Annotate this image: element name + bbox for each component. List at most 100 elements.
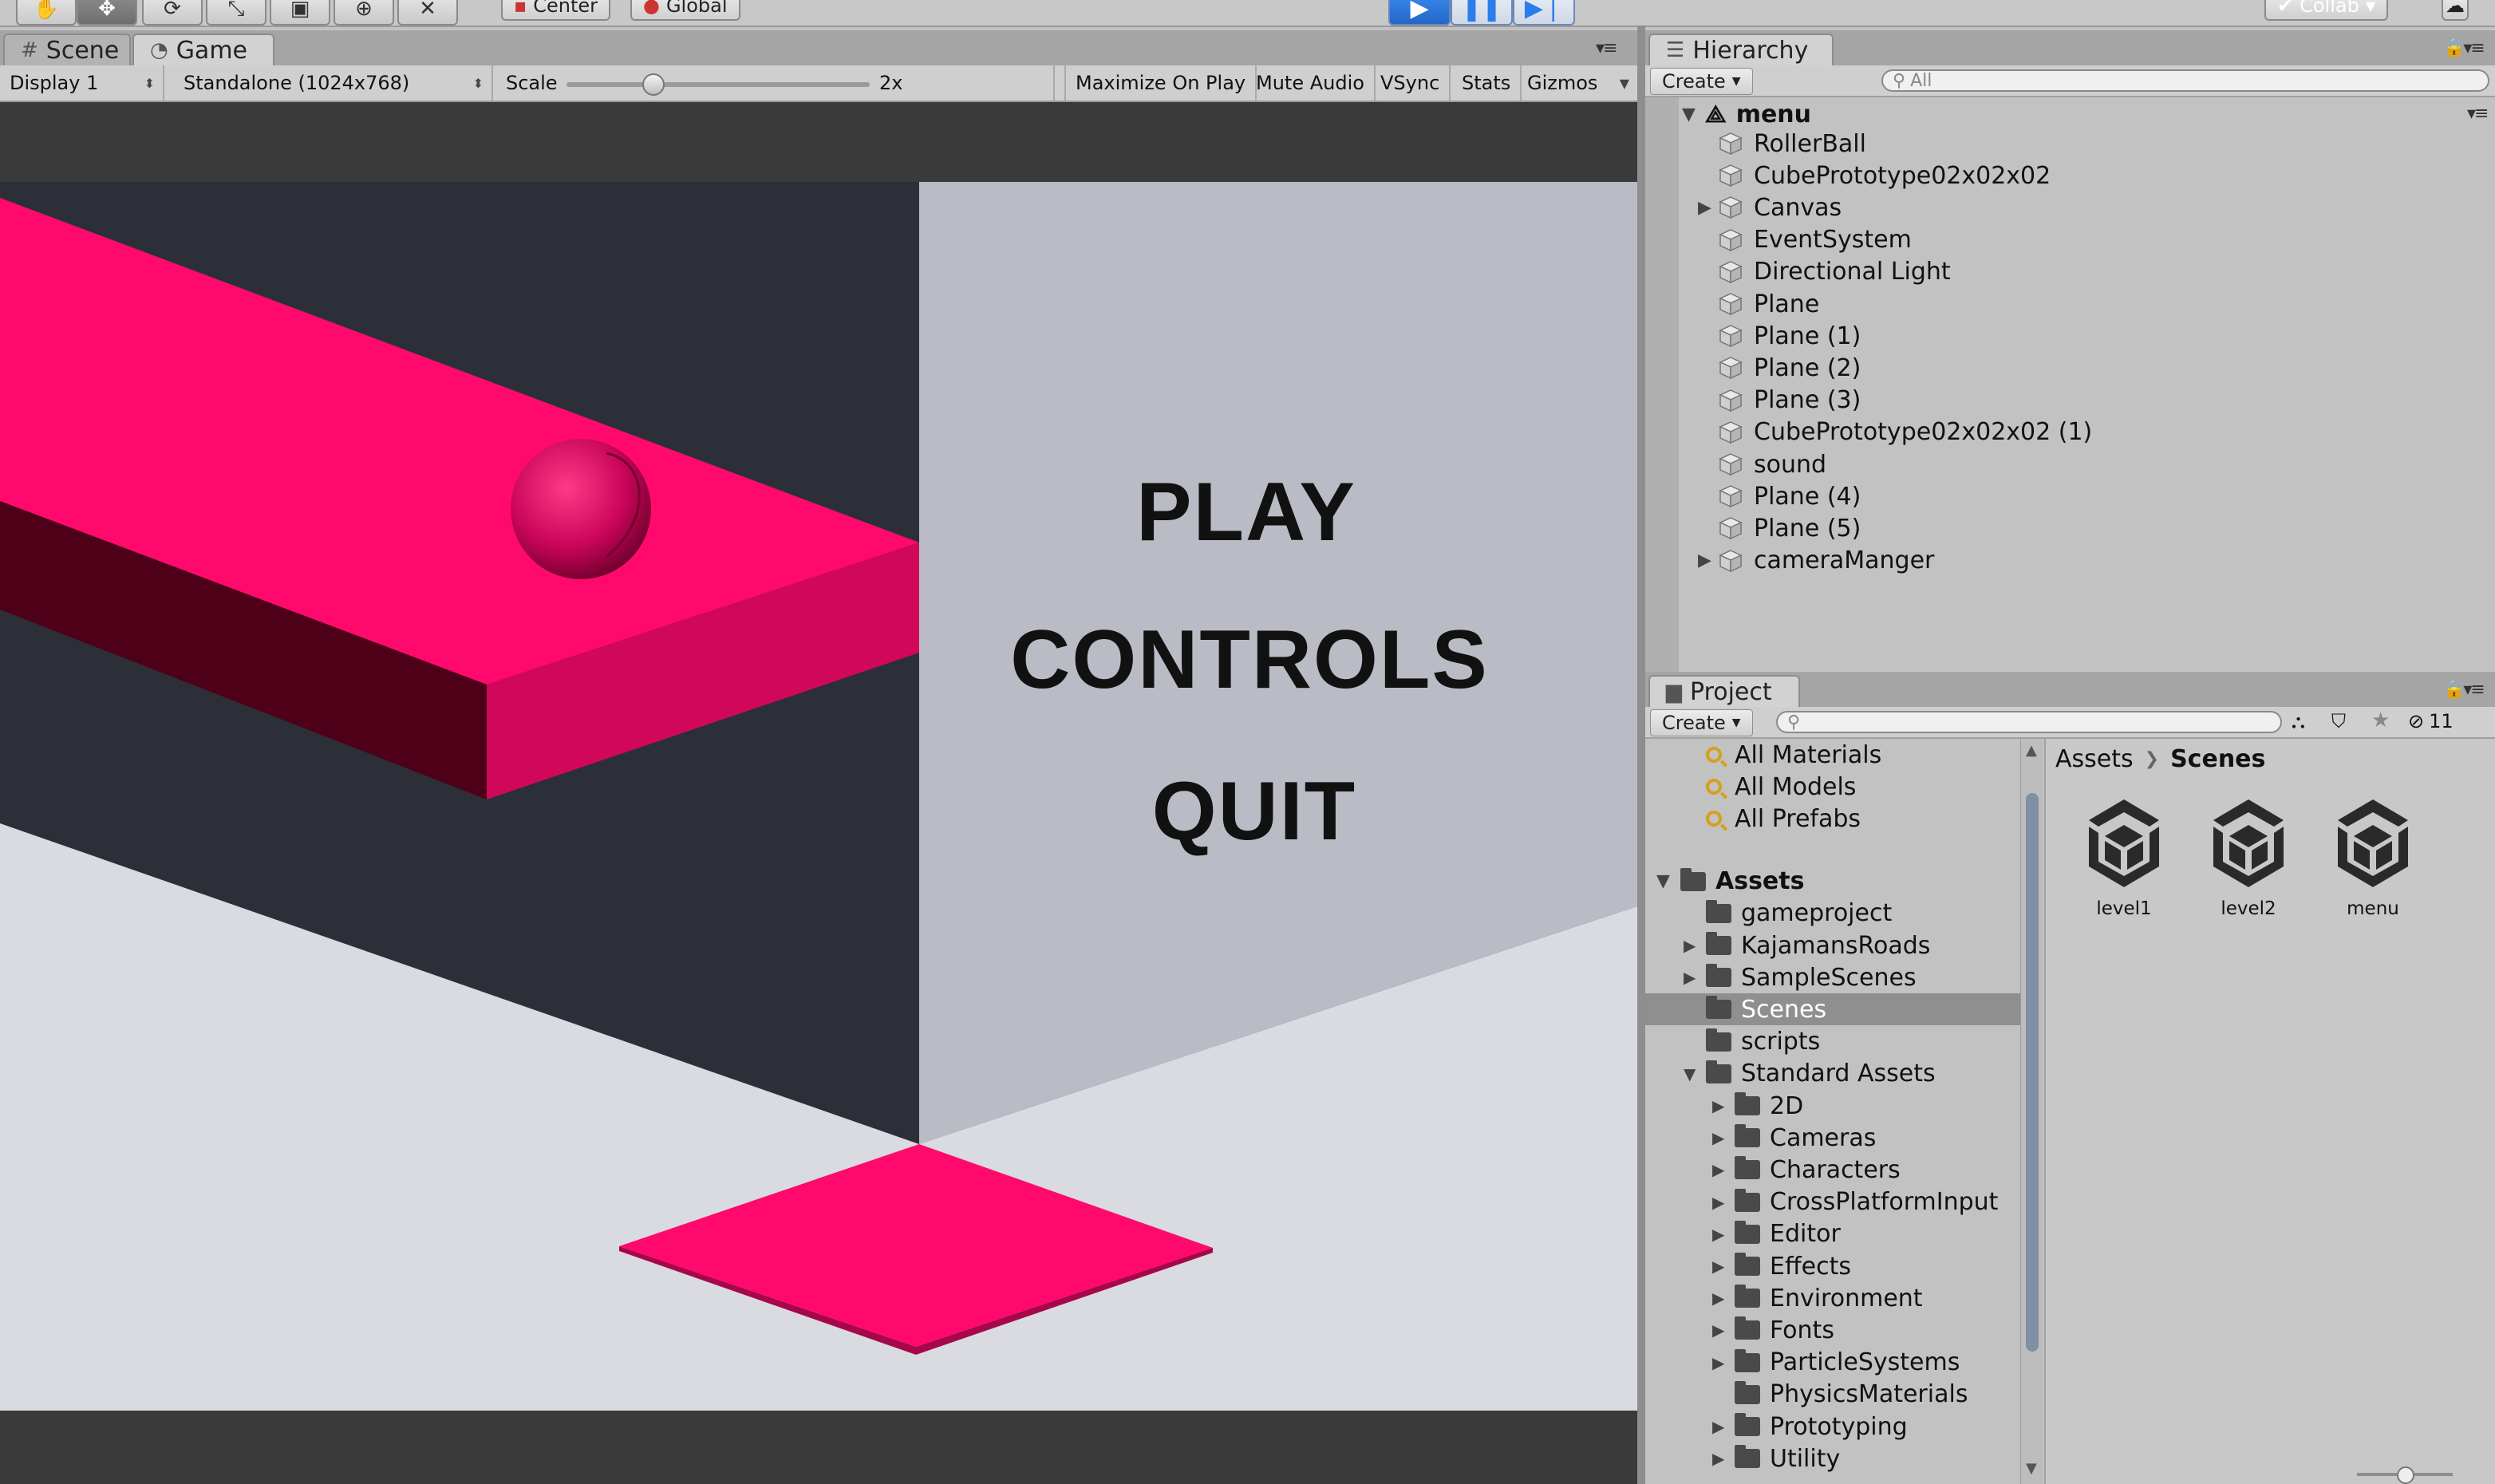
project-folder-item[interactable]: ▶ ParticleSystems — [1645, 1347, 2020, 1379]
project-folder-item[interactable]: ▶ Cameras — [1645, 1122, 2020, 1154]
project-tree-scrollbar[interactable]: ▲ ▼ — [2020, 739, 2043, 1484]
pivot-toggle[interactable]: ▪ Center — [501, 0, 611, 21]
collapsed-arrow-icon[interactable]: ▶ — [1712, 1225, 1735, 1244]
hierarchy-item[interactable]: Plane (2) — [1677, 352, 2475, 384]
hierarchy-item[interactable]: Plane (1) — [1677, 320, 2475, 352]
favorite-item[interactable]: All Materials — [1645, 739, 2020, 771]
panel-splitter[interactable] — [1637, 26, 1645, 1484]
collapsed-arrow-icon[interactable]: ▶ — [1712, 1160, 1735, 1179]
step-button[interactable]: ▶❘ — [1513, 0, 1575, 26]
project-folder-item[interactable]: ▶ Effects — [1645, 1250, 2020, 1282]
collapsed-arrow-icon[interactable]: ▶ — [1712, 1096, 1735, 1115]
rect-tool-icon[interactable]: ▣ — [270, 0, 330, 26]
star-icon[interactable]: ★ — [2371, 708, 2390, 732]
collapsed-arrow-icon[interactable]: ▶ — [1698, 198, 1711, 218]
collapsed-arrow-icon[interactable]: ▶ — [1712, 1417, 1735, 1436]
project-folder-item[interactable]: ▶ Characters — [1645, 1154, 2020, 1186]
hierarchy-item[interactable]: EventSystem — [1677, 224, 2475, 256]
project-folder-item[interactable]: ▶ Environment — [1645, 1282, 2020, 1314]
scroll-down-icon[interactable]: ▼ — [2026, 1460, 2037, 1477]
scene-asset[interactable]: level1 — [2068, 795, 2180, 919]
lock-icon[interactable]: 🔒▾≡ — [2443, 38, 2485, 58]
controls-menu-button[interactable]: CONTROLS — [1010, 613, 1489, 708]
collab-button[interactable]: ✔ Collab ▼ — [2264, 0, 2389, 21]
collapsed-arrow-icon[interactable]: ▶ — [1712, 1257, 1735, 1276]
project-folder-item[interactable]: PhysicsMaterials — [1645, 1379, 2020, 1411]
hierarchy-item[interactable]: Directional Light — [1677, 256, 2475, 288]
breadcrumb-scenes[interactable]: Scenes — [2170, 745, 2265, 773]
project-folder-item[interactable]: ▶ Utility — [1645, 1443, 2020, 1474]
project-folder-item[interactable]: ▼ Standard Assets — [1645, 1058, 2020, 1090]
scale-tool-icon[interactable]: ⤡ — [206, 0, 266, 26]
cloud-button[interactable]: ☁ — [2442, 0, 2469, 21]
collapsed-arrow-icon[interactable]: ▶ — [1712, 1193, 1735, 1212]
label-tag-icon[interactable]: ⛉ — [2331, 710, 2346, 732]
scale-slider-track[interactable] — [567, 82, 870, 87]
project-folder-item[interactable]: scripts — [1645, 1026, 2020, 1058]
pause-button[interactable]: ❚❚ — [1451, 0, 1513, 26]
collapsed-arrow-icon[interactable]: ▶ — [1712, 1289, 1735, 1308]
hierarchy-item[interactable]: Plane (4) — [1677, 480, 2475, 512]
collapsed-arrow-icon[interactable]: ▶ — [1712, 1128, 1735, 1147]
scale-slider-thumb[interactable] — [642, 73, 665, 96]
display-dropdown[interactable]: Display 1 ⬍ — [0, 65, 164, 101]
breadcrumb-assets[interactable]: Assets — [2055, 745, 2134, 773]
project-folder-item[interactable]: ▶ SampleScenes — [1645, 961, 2020, 993]
move-tool-icon[interactable]: ✥ — [77, 0, 137, 26]
rotate-tool-icon[interactable]: ⟳ — [142, 0, 203, 26]
expanded-arrow-icon[interactable]: ▼ — [1684, 1064, 1706, 1083]
quit-menu-button[interactable]: QUIT — [1152, 764, 1356, 859]
scene-asset[interactable]: menu — [2317, 795, 2429, 919]
scroll-up-icon[interactable]: ▲ — [2026, 742, 2037, 759]
game-viewport[interactable]: PLAY CONTROLS QUIT — [0, 102, 1637, 1484]
scene-menu-icon[interactable]: ▾≡ — [2467, 104, 2489, 124]
scene-root[interactable]: ▼ ⟁ menu — [1682, 101, 1811, 128]
tab-project[interactable]: ▆ Project — [1648, 675, 1800, 707]
favorite-item[interactable]: All Models — [1645, 771, 2020, 803]
tab-game[interactable]: ◔ Game — [132, 34, 274, 65]
transform-tool-icon[interactable]: ⊕ — [334, 0, 394, 26]
mute-audio-toggle[interactable]: Mute Audio — [1246, 65, 1376, 101]
project-folder-item[interactable]: gameproject — [1645, 898, 2020, 929]
scrollbar-thumb[interactable] — [2026, 793, 2039, 1352]
assets-root-folder[interactable]: ▼ Assets — [1645, 866, 2020, 898]
panel-menu-icon[interactable]: ▾≡ — [1596, 38, 1618, 58]
hierarchy-item[interactable]: Plane (5) — [1677, 512, 2475, 544]
hierarchy-item[interactable]: Plane (3) — [1677, 385, 2475, 416]
resolution-dropdown[interactable]: Standalone (1024x768) ⬍ — [174, 65, 493, 101]
collapsed-arrow-icon[interactable]: ▶ — [1698, 551, 1711, 570]
collapsed-arrow-icon[interactable]: ▶ — [1684, 936, 1706, 955]
hierarchy-item[interactable]: ▶ cameraManger — [1677, 545, 2475, 577]
project-folder-item[interactable]: ▶ KajamansRoads — [1645, 929, 2020, 961]
maximize-on-play-toggle[interactable]: Maximize On Play — [1064, 65, 1257, 101]
vsync-toggle[interactable]: VSync — [1371, 65, 1451, 101]
hierarchy-item[interactable]: sound — [1677, 448, 2475, 480]
hierarchy-item[interactable]: RollerBall — [1677, 128, 2475, 160]
hierarchy-item[interactable]: CubePrototype02x02x02 (1) — [1677, 416, 2475, 448]
hand-tool-icon[interactable]: ✋ — [16, 0, 77, 26]
hierarchy-item[interactable]: CubePrototype02x02x02 — [1677, 160, 2475, 191]
hidden-packages-toggle[interactable]: ⊘ 11 — [2408, 710, 2454, 732]
hierarchy-create-button[interactable]: Create ▼ — [1650, 68, 1753, 95]
project-folder-item[interactable]: ▶ Prototyping — [1645, 1411, 2020, 1443]
hierarchy-search-input[interactable]: ⚲ All — [1881, 69, 2489, 92]
collapsed-arrow-icon[interactable]: ▶ — [1712, 1320, 1735, 1340]
custom-tool-icon[interactable]: ✕ — [397, 0, 458, 26]
zoom-slider-thumb[interactable] — [2397, 1466, 2414, 1484]
project-search-input[interactable]: ⚲ — [1776, 711, 2282, 733]
project-folder-item[interactable]: Scenes — [1645, 993, 2020, 1026]
play-menu-button[interactable]: PLAY — [1136, 465, 1356, 560]
project-create-button[interactable]: Create ▼ — [1650, 709, 1753, 736]
stats-toggle[interactable]: Stats — [1452, 65, 1522, 101]
gizmos-dropdown[interactable]: Gizmos ▼ — [1518, 65, 1637, 101]
collapsed-arrow-icon[interactable]: ▶ — [1712, 1449, 1735, 1468]
space-toggle[interactable]: ● Global — [630, 0, 740, 21]
collapsed-arrow-icon[interactable]: ▶ — [1712, 1353, 1735, 1372]
project-folder-item[interactable]: ▶ Fonts — [1645, 1314, 2020, 1346]
filter-type-icon[interactable]: ⛬ — [2292, 710, 2305, 732]
lock-icon[interactable]: 🔒▾≡ — [2443, 680, 2485, 700]
favorite-item[interactable]: All Prefabs — [1645, 803, 2020, 835]
project-folder-item[interactable]: ▶ CrossPlatformInput — [1645, 1186, 2020, 1218]
tab-scene[interactable]: # Scene — [3, 34, 131, 65]
play-button[interactable]: ▶ — [1388, 0, 1451, 26]
